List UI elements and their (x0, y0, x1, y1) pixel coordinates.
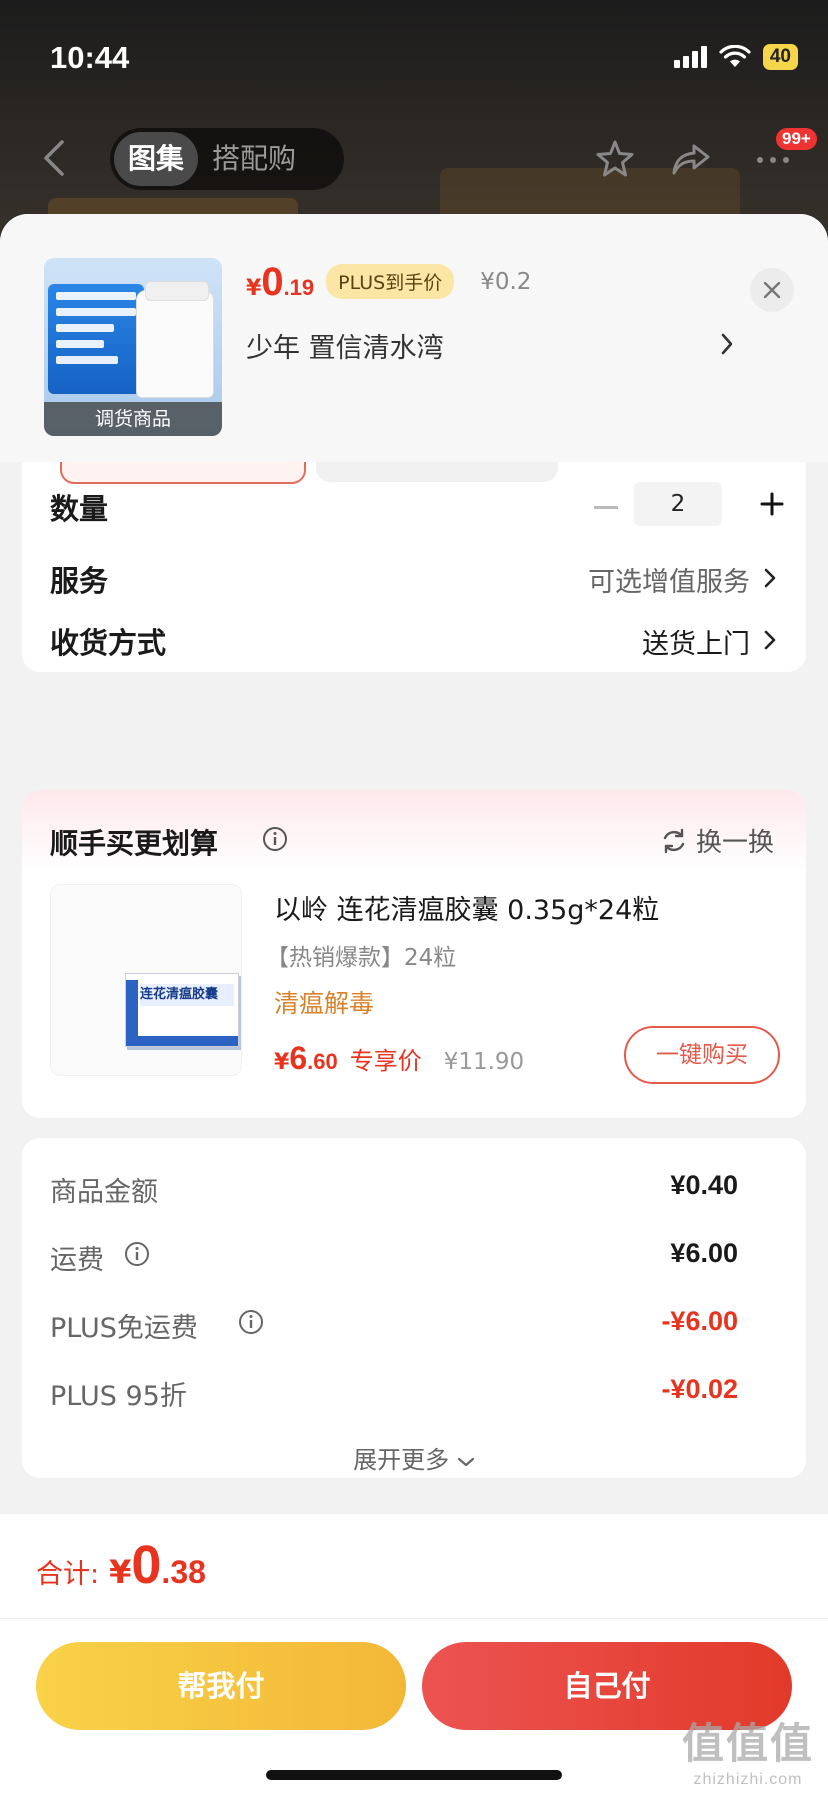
expand-more-label: 展开更多 (353, 1446, 450, 1474)
one-click-buy-button[interactable]: 一键购买 (624, 1026, 780, 1084)
price-decimal: .60 (307, 1049, 338, 1074)
total-decimal: .38 (161, 1554, 206, 1590)
quantity-value[interactable]: 2 (634, 482, 722, 526)
recommend-title: 顺手买更划算 (50, 827, 219, 860)
quantity-label: 数量 (50, 492, 109, 526)
recommend-product-name[interactable]: 以岭 连花清瘟胶囊 0.35g*24粒 (274, 888, 659, 927)
close-button[interactable] (750, 268, 794, 312)
wifi-icon (719, 45, 751, 67)
sheet-header: 调货商品 ¥ 0 .19 PLUS到手价 ¥0.2 少年 置信清水湾 (0, 214, 828, 462)
total-currency: ¥ (109, 1553, 132, 1591)
watermark: 值值值 zhizhizhi.com (682, 1710, 814, 1789)
price-integer: 0 (261, 260, 284, 304)
medicine-box-image (48, 284, 144, 394)
expand-more-button[interactable]: 展开更多 (22, 1440, 806, 1475)
watermark-url: zhizhizhi.com (693, 1771, 803, 1788)
increase-button[interactable] (760, 492, 784, 516)
product-price: ¥ 0 .19 PLUS到手价 ¥0.2 (246, 260, 531, 305)
fee-label: PLUS 95折 (50, 1381, 187, 1412)
chevron-right-icon[interactable] (720, 332, 734, 356)
delivery-method-value[interactable]: 送货上门 (642, 622, 750, 661)
price-decimal: .19 (283, 275, 315, 300)
close-icon (763, 281, 781, 299)
recommend-product-tag: 【热销爆款】24粒 (266, 945, 457, 971)
star-icon[interactable] (594, 138, 636, 180)
chevron-right-icon[interactable] (764, 568, 776, 588)
product-thumbnail[interactable]: 调货商品 (44, 258, 222, 436)
capsule-box-title: 连花清瘟胶囊 (140, 984, 234, 1006)
info-icon[interactable] (238, 1309, 264, 1335)
original-price: ¥0.2 (480, 269, 532, 295)
checkout-bar: 合计: ¥ 0 .38 帮我付 自己付 值值值 zhizhizhi.com (0, 1514, 828, 1793)
fee-value: -¥6.00 (661, 1306, 738, 1336)
info-icon[interactable] (124, 1241, 150, 1267)
recommend-price: ¥ 6 .60 专享价 ¥11.90 (274, 1040, 524, 1077)
info-icon[interactable] (262, 826, 288, 852)
home-indicator[interactable] (266, 1770, 562, 1780)
fee-label: PLUS免运费 (50, 1313, 198, 1344)
plus-price-tag: PLUS到手价 (326, 264, 455, 299)
total-integer: 0 (131, 1535, 162, 1595)
chevron-down-icon (457, 1457, 474, 1467)
order-total: 合计: ¥ 0 .38 (36, 1534, 206, 1596)
swap-button[interactable]: 换一换 (660, 822, 774, 859)
fee-value: -¥0.02 (661, 1374, 738, 1404)
chevron-right-icon[interactable] (764, 630, 776, 650)
status-time: 10:44 (50, 40, 130, 75)
decrease-button[interactable] (594, 506, 618, 509)
gallery-tabs: 图集 搭配购 (110, 128, 344, 190)
total-label: 合计: (36, 1559, 100, 1590)
service-label: 服务 (50, 564, 109, 598)
refresh-icon (663, 828, 685, 853)
service-value[interactable]: 可选增值服务 (588, 560, 750, 599)
price-currency: ¥ (274, 1050, 290, 1075)
status-icons: 40 (673, 44, 798, 70)
price-currency: ¥ (246, 276, 262, 301)
fee-value: ¥0.40 (670, 1170, 738, 1200)
recommend-thumbnail[interactable]: 连花清瘟胶囊 (50, 884, 242, 1076)
message-badge: 99+ (776, 128, 817, 150)
fee-label: 商品金额 (50, 1177, 158, 1208)
swap-label: 换一换 (696, 828, 775, 858)
fee-label: 运费 (50, 1245, 104, 1276)
fee-value: ¥6.00 (670, 1238, 738, 1268)
options-card: 数量 2 服务 可选增值服务 收货方式 送货上门 (22, 462, 806, 672)
order-sheet: 调货商品 ¥ 0 .19 PLUS到手价 ¥0.2 少年 置信清水湾 数量 2 … (0, 214, 828, 1793)
recommend-card: 顺手买更划算 换一换 连花清瘟胶囊 以岭 连花清瘟胶囊 0.35g*24粒 【热… (22, 790, 806, 1118)
tab-bundle[interactable]: 搭配购 (198, 132, 310, 186)
battery-icon: 40 (762, 44, 798, 70)
price-integer: 6 (289, 1040, 308, 1076)
recommend-product-effect: 清瘟解毒 (274, 989, 375, 1018)
delivery-address[interactable]: 少年 置信清水湾 (246, 326, 444, 365)
back-icon[interactable] (40, 138, 68, 178)
exclusive-price-label: 专享价 (349, 1047, 422, 1075)
share-icon[interactable] (670, 138, 712, 180)
help-pay-button[interactable]: 帮我付 (36, 1642, 406, 1730)
thumbnail-label: 调货商品 (44, 402, 222, 436)
watermark-logo: 值值值 (681, 1719, 814, 1768)
tab-gallery[interactable]: 图集 (114, 132, 199, 186)
medicine-bottle-image (136, 281, 214, 398)
original-price: ¥11.90 (443, 1049, 525, 1075)
capsule-box-image: 连花清瘟胶囊 (125, 973, 239, 1047)
delivery-method-label: 收货方式 (50, 626, 167, 660)
signal-icon (673, 46, 707, 68)
price-breakdown-card: 商品金额 ¥0.40 运费 ¥6.00 PLUS免运费 -¥6.00 PLUS … (22, 1138, 806, 1478)
